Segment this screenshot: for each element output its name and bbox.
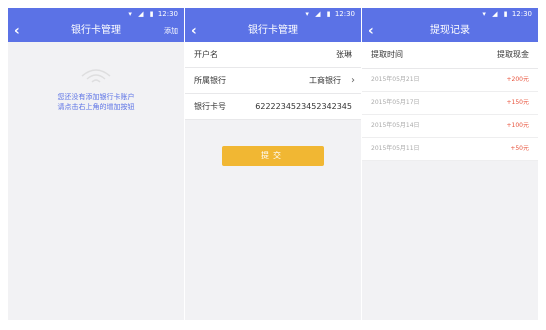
record-amount: +100元 — [506, 122, 529, 129]
bank-value: 工商银行 — [309, 76, 341, 85]
page-title: 银行卡管理 — [248, 25, 298, 36]
page-title: 银行卡管理 — [71, 25, 121, 36]
withdraw-list: 提取时间 提取现金 2015年05月21日 +200元 2015年05月17日 … — [362, 42, 538, 161]
nav-bar: ‹ 提现记录 — [362, 20, 538, 42]
list-item[interactable]: 2015年05月11日 +50元 — [362, 138, 538, 161]
card-number-label: 银行卡号 — [194, 102, 226, 111]
account-name-value: 张琳 — [336, 50, 352, 59]
screen-bank-card-empty: ▾ ◢ ▮ 12:30 ‹ 银行卡管理 添加 您还没有添加银行卡账户 请点击右上… — [8, 8, 184, 320]
record-date: 2015年05月17日 — [371, 99, 420, 106]
record-date: 2015年05月11日 — [371, 145, 420, 152]
account-name-row[interactable]: 开户名 张琳 — [185, 42, 361, 68]
record-date: 2015年05月21日 — [371, 76, 420, 83]
nav-bar: ‹ 银行卡管理 — [185, 20, 361, 42]
status-bar: ▾ ◢ ▮ 12:30 — [362, 8, 538, 20]
status-time: 12:30 — [511, 10, 532, 18]
status-bar: ▾ ◢ ▮ 12:30 — [185, 8, 361, 20]
bank-select-row[interactable]: 所属银行 工商银行 › — [185, 68, 361, 94]
record-amount: +150元 — [506, 99, 529, 106]
empty-state: 您还没有添加银行卡账户 请点击右上角的增加按钮 — [8, 66, 184, 112]
column-amount: 提取现金 — [497, 50, 529, 59]
bank-label: 所属银行 — [194, 76, 226, 85]
status-bar: ▾ ◢ ▮ 12:30 — [8, 8, 184, 20]
submit-button[interactable]: 提交 — [222, 146, 324, 166]
status-icons: ▾ ◢ ▮ — [482, 10, 510, 18]
screen-bank-card-form: ▾ ◢ ▮ 12:30 ‹ 银行卡管理 开户名 张琳 所属银行 工商银行 › 银… — [185, 8, 361, 320]
page-title: 提现记录 — [430, 25, 470, 36]
chevron-right-icon: › — [351, 75, 355, 86]
record-amount: +50元 — [510, 145, 529, 152]
account-name-label: 开户名 — [194, 50, 218, 59]
record-date: 2015年05月14日 — [371, 122, 420, 129]
list-item[interactable]: 2015年05月21日 +200元 — [362, 69, 538, 92]
empty-message-line-2: 请点击右上角的增加按钮 — [57, 103, 135, 111]
wifi-icon — [81, 69, 111, 83]
list-header: 提取时间 提取现金 — [362, 42, 538, 69]
card-number-value: 6222234523452342345 — [255, 102, 352, 111]
nav-bar: ‹ 银行卡管理 添加 — [8, 20, 184, 42]
record-amount: +200元 — [506, 76, 529, 83]
empty-message-line-1: 您还没有添加银行卡账户 — [57, 93, 135, 101]
bank-card-form: 开户名 张琳 所属银行 工商银行 › 银行卡号 6222234523452342… — [185, 42, 361, 120]
screen-withdraw-records: ▾ ◢ ▮ 12:30 ‹ 提现记录 提取时间 提取现金 2015年05月21日… — [362, 8, 538, 320]
status-icons: ▾ ◢ ▮ — [305, 10, 333, 18]
column-time: 提取时间 — [371, 50, 403, 59]
add-button[interactable]: 添加 — [164, 20, 178, 42]
status-time: 12:30 — [334, 10, 355, 18]
list-item[interactable]: 2015年05月14日 +100元 — [362, 115, 538, 138]
card-number-row[interactable]: 银行卡号 6222234523452342345 — [185, 94, 361, 120]
list-item[interactable]: 2015年05月17日 +150元 — [362, 92, 538, 115]
status-icons: ▾ ◢ ▮ — [128, 10, 156, 18]
status-time: 12:30 — [157, 10, 178, 18]
